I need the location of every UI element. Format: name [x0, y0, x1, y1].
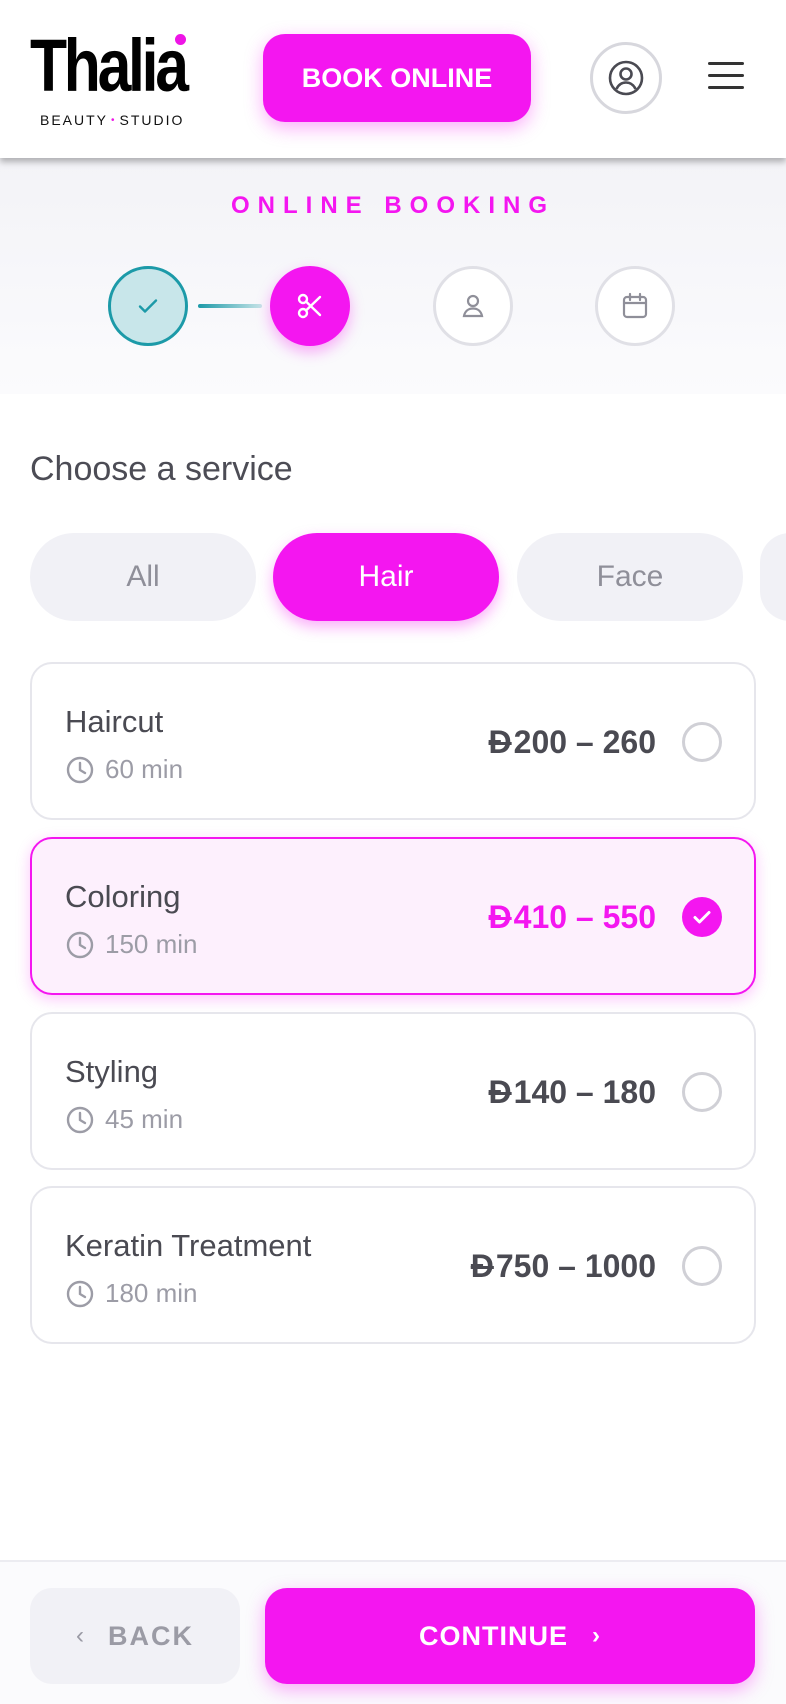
- filter-all[interactable]: All: [30, 533, 256, 621]
- menu-bar: [708, 74, 744, 77]
- footer-bar: ‹ BACK CONTINUE ›: [0, 1560, 786, 1704]
- continue-button[interactable]: CONTINUE ›: [265, 1588, 755, 1684]
- currency-symbol: Đ: [470, 1248, 494, 1284]
- service-duration: 60 min: [65, 754, 183, 785]
- price-range: 140 – 180: [513, 1074, 656, 1110]
- service-card-haircut[interactable]: Haircut 60 min Đ200 – 260: [30, 662, 756, 820]
- brand-subtitle: BEAUTY • STUDIO: [40, 112, 184, 128]
- service-duration: 180 min: [65, 1278, 198, 1309]
- clock-icon: [66, 931, 94, 958]
- brand-name: Thalia: [30, 24, 189, 107]
- account-button[interactable]: [590, 42, 662, 114]
- book-online-button[interactable]: BOOK ONLINE: [263, 34, 531, 122]
- clock-icon: [66, 756, 94, 783]
- menu-bar: [708, 62, 744, 65]
- section-title: Choose a service: [30, 450, 293, 488]
- step-service[interactable]: [270, 266, 350, 346]
- clock-icon: [66, 1106, 94, 1133]
- app-header: Thalia BEAUTY • STUDIO BOOK ONLINE: [0, 0, 786, 158]
- brand-logo[interactable]: Thalia BEAUTY • STUDIO: [30, 26, 210, 132]
- price-range: 750 – 1000: [495, 1248, 656, 1284]
- service-price: Đ200 – 260: [489, 724, 656, 761]
- booking-title: ONLINE BOOKING: [230, 192, 555, 219]
- step-staff[interactable]: [433, 266, 513, 346]
- back-label: BACK: [108, 1620, 194, 1651]
- service-name: Coloring: [65, 879, 181, 914]
- price-range: 200 – 260: [513, 724, 656, 760]
- service-card-coloring[interactable]: Coloring 150 min Đ410 – 550: [30, 837, 756, 995]
- service-price: Đ140 – 180: [489, 1074, 656, 1111]
- logo-dot: [175, 34, 186, 45]
- brand-subtitle-left: BEAUTY: [40, 112, 109, 128]
- filter-more[interactable]: [760, 533, 786, 621]
- service-radio-checked[interactable]: [682, 897, 722, 937]
- price-range: 410 – 550: [513, 899, 656, 935]
- step-date[interactable]: [595, 266, 675, 346]
- chevron-right-icon: ›: [592, 1622, 601, 1649]
- menu-bar: [708, 86, 744, 89]
- service-radio[interactable]: [682, 1072, 722, 1112]
- filter-hair[interactable]: Hair: [273, 533, 499, 621]
- person-icon: [462, 294, 484, 318]
- brand-subtitle-sep: •: [111, 115, 117, 126]
- step-done[interactable]: [108, 266, 188, 346]
- hamburger-menu-icon[interactable]: [708, 62, 744, 92]
- check-icon: [138, 299, 158, 313]
- service-name: Keratin Treatment: [65, 1228, 312, 1263]
- service-duration: 45 min: [65, 1104, 183, 1135]
- user-circle-icon: [608, 60, 644, 96]
- chevron-left-icon: ‹: [76, 1622, 86, 1649]
- duration-text: 180 min: [105, 1278, 198, 1308]
- service-name: Haircut: [65, 704, 164, 739]
- service-price: Đ410 – 550: [489, 899, 656, 936]
- currency-symbol: Đ: [488, 724, 512, 760]
- back-button[interactable]: ‹ BACK: [30, 1588, 240, 1684]
- service-duration: 150 min: [65, 929, 198, 960]
- currency-symbol: Đ: [488, 1074, 512, 1110]
- service-card-keratin[interactable]: Keratin Treatment 180 min Đ750 – 1000: [30, 1186, 756, 1344]
- service-price: Đ750 – 1000: [471, 1248, 656, 1285]
- service-name: Styling: [65, 1054, 159, 1089]
- continue-label: CONTINUE: [419, 1620, 568, 1651]
- currency-symbol: Đ: [488, 899, 512, 935]
- duration-text: 60 min: [105, 754, 184, 784]
- duration-text: 45 min: [105, 1104, 184, 1134]
- filter-face[interactable]: Face: [517, 533, 743, 621]
- check-icon: [693, 911, 711, 924]
- step-connector: [198, 304, 262, 308]
- brand-subtitle-right: STUDIO: [119, 112, 185, 128]
- booking-progress: ONLINE BOOKING: [0, 158, 786, 394]
- clock-icon: [66, 1280, 94, 1307]
- service-radio[interactable]: [682, 722, 722, 762]
- duration-text: 150 min: [105, 929, 198, 959]
- scissors-icon: [297, 293, 322, 319]
- service-radio[interactable]: [682, 1246, 722, 1286]
- calendar-icon: [622, 292, 648, 319]
- service-card-styling[interactable]: Styling 45 min Đ140 – 180: [30, 1012, 756, 1170]
